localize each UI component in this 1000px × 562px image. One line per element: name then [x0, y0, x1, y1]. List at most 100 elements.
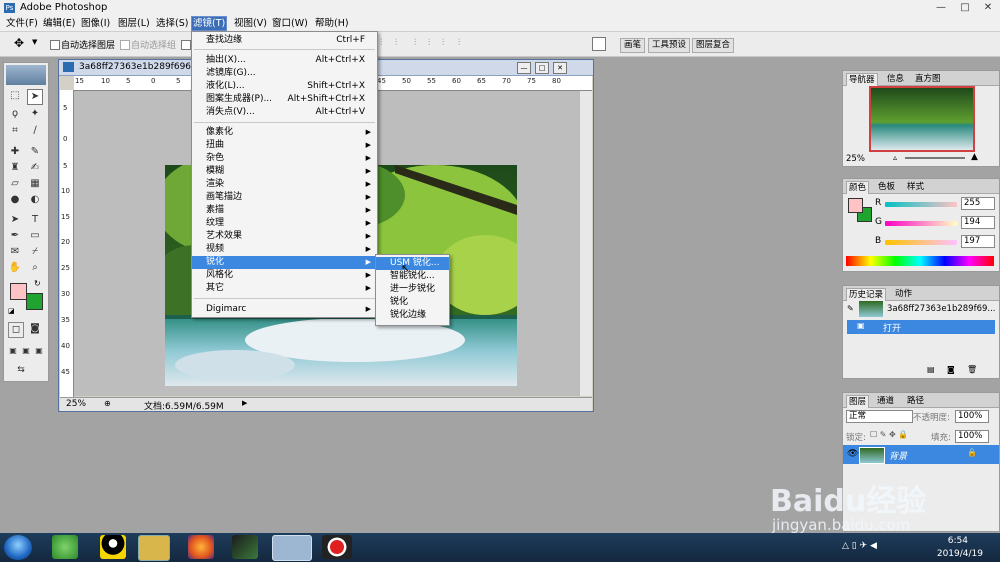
menu-item-brush-strokes[interactable]: 画笔描边 ▶: [192, 191, 377, 204]
history-snapshot-name[interactable]: 3a68ff27363e1b289f69...: [887, 304, 996, 314]
tab-styles[interactable]: 样式: [905, 181, 926, 193]
quick-mask-icon[interactable]: ◙: [28, 322, 42, 336]
media-app-icon[interactable]: [232, 535, 258, 559]
menu-item-last-filter[interactable]: 查找边缘 Ctrl+F: [192, 34, 377, 47]
menu-item-stylize[interactable]: 风格化 ▶: [192, 269, 377, 282]
layer-name[interactable]: 背景: [889, 449, 907, 462]
jump-to-imageready-icon[interactable]: ⇆: [14, 363, 28, 377]
notes-tool-icon[interactable]: ✉: [8, 245, 22, 259]
close-button[interactable]: ✕: [977, 1, 999, 14]
menu-item-filter-gallery[interactable]: 滤镜库(G)...: [192, 67, 377, 80]
status-menu-arrow-icon[interactable]: ▶: [242, 399, 247, 407]
menu-item-texture[interactable]: 纹理 ▶: [192, 217, 377, 230]
brushes-well-tab[interactable]: 画笔: [620, 38, 646, 53]
b-slider[interactable]: [885, 240, 957, 245]
menu-view[interactable]: 视图(V): [233, 17, 268, 30]
zoom-level[interactable]: 25%: [66, 399, 86, 409]
zoom-icon[interactable]: ⊕: [104, 399, 111, 408]
history-step-open[interactable]: ▣ 打开: [847, 320, 995, 334]
distribute-horizontal-icon[interactable]: ⫶: [458, 38, 468, 48]
foreground-color-swatch[interactable]: [10, 283, 27, 300]
menu-item-digimarc[interactable]: Digimarc ▶: [192, 303, 377, 316]
trash-icon[interactable]: 🗑: [967, 365, 977, 374]
brush-tool-icon[interactable]: ✎: [28, 145, 42, 159]
submenu-item-sharpen-more[interactable]: 进一步锐化: [376, 283, 449, 296]
menu-item-liquify[interactable]: 液化(L)... Shift+Ctrl+X: [192, 80, 377, 93]
tool-presets-well-tab[interactable]: 工具预设: [648, 38, 691, 53]
color-panel-fg-swatch[interactable]: [848, 198, 863, 213]
tab-navigator[interactable]: 导航器: [846, 73, 878, 86]
eraser-tool-icon[interactable]: ▱: [8, 177, 22, 191]
maximize-button[interactable]: □: [954, 1, 976, 14]
menu-select[interactable]: 选择(S): [155, 17, 189, 30]
submenu-item-sharpen[interactable]: 锐化: [376, 296, 449, 309]
layer-row-background[interactable]: 👁 背景 🔒: [843, 445, 999, 464]
history-brush-source-icon[interactable]: ✎: [847, 304, 854, 313]
pen-tool-icon[interactable]: ✒: [8, 229, 22, 243]
background-color-swatch[interactable]: [26, 293, 43, 310]
screen-mode-icon[interactable]: ▣: [6, 344, 20, 358]
path-selection-tool-icon[interactable]: ➤: [8, 213, 22, 227]
g-slider[interactable]: [885, 221, 957, 226]
menu-item-noise[interactable]: 杂色 ▶: [192, 152, 377, 165]
tab-history[interactable]: 历史记录: [846, 288, 887, 301]
menu-edit[interactable]: 编辑(E): [42, 17, 76, 30]
submenu-item-usm-sharpen[interactable]: USM 锐化...: [376, 257, 449, 270]
zoom-slider[interactable]: [905, 157, 965, 159]
menu-item-blur[interactable]: 模糊 ▶: [192, 165, 377, 178]
tab-channels[interactable]: 通道: [875, 395, 896, 407]
fill-field[interactable]: 100%: [955, 430, 989, 443]
menu-item-extract[interactable]: 抽出(X)... Alt+Ctrl+X: [192, 54, 377, 67]
clone-stamp-tool-icon[interactable]: ♜: [8, 161, 22, 175]
b-value-field[interactable]: 197: [961, 235, 995, 248]
screen-mode-full-menu-icon[interactable]: ▣: [19, 344, 33, 358]
menu-item-video[interactable]: 视频 ▶: [192, 243, 377, 256]
auto-select-layer-checkbox[interactable]: [50, 40, 60, 50]
menu-item-sketch[interactable]: 素描 ▶: [192, 204, 377, 217]
menu-window[interactable]: 窗口(W): [271, 17, 309, 30]
tab-info[interactable]: 信息: [885, 73, 906, 85]
r-slider[interactable]: [885, 202, 957, 207]
move-tool-button[interactable]: ➤: [27, 89, 43, 105]
file-explorer-icon[interactable]: [138, 535, 170, 561]
menu-item-other[interactable]: 其它 ▶: [192, 282, 377, 295]
history-brush-tool-icon[interactable]: ✍: [28, 161, 42, 175]
taskbar-app-icon[interactable]: [52, 535, 78, 559]
menu-item-vanishing-point[interactable]: 消失点(V)... Alt+Ctrl+V: [192, 106, 377, 119]
lock-icons[interactable]: ☐ ✎ ✥ 🔒: [870, 430, 908, 439]
auto-select-group-checkbox[interactable]: [120, 40, 130, 50]
navigator-zoom-value[interactable]: 25%: [846, 154, 865, 164]
doc-maximize-button[interactable]: □: [535, 62, 549, 74]
type-tool-icon[interactable]: T: [28, 213, 42, 227]
marquee-tool-icon[interactable]: ⬚: [8, 89, 22, 103]
tab-color[interactable]: 颜色: [846, 181, 870, 194]
zoom-out-icon[interactable]: ▵: [893, 153, 897, 162]
menu-item-distort[interactable]: 扭曲 ▶: [192, 139, 377, 152]
swap-colors-icon[interactable]: ↻: [34, 279, 41, 288]
distribute-mid-icon[interactable]: ⫶: [428, 38, 438, 48]
standard-mode-icon[interactable]: ◻: [8, 322, 24, 338]
r-value-field[interactable]: 255: [961, 197, 995, 210]
move-tool-icon[interactable]: ✥: [14, 36, 24, 50]
color-ramp[interactable]: [846, 256, 994, 266]
gradient-tool-icon[interactable]: ▦: [28, 177, 42, 191]
menu-layer[interactable]: 图层(L): [117, 17, 151, 30]
healing-brush-tool-icon[interactable]: ✚: [8, 145, 22, 159]
crop-tool-icon[interactable]: ⌗: [8, 124, 22, 138]
menu-file[interactable]: 文件(F): [5, 17, 39, 30]
menu-item-render[interactable]: 渲染 ▶: [192, 178, 377, 191]
menu-filter[interactable]: 滤镜(T): [190, 16, 228, 31]
eye-visibility-icon[interactable]: 👁: [847, 449, 858, 459]
tab-actions[interactable]: 动作: [893, 288, 914, 300]
hand-tool-icon[interactable]: ✋: [8, 261, 22, 275]
magic-wand-tool-icon[interactable]: ✦: [28, 107, 42, 121]
menu-help[interactable]: 帮助(H): [314, 17, 350, 30]
distribute-bottom-icon[interactable]: ⫶: [442, 38, 452, 48]
zoom-in-icon[interactable]: ▲: [971, 152, 978, 162]
doc-close-button[interactable]: ✕: [553, 62, 567, 74]
tab-layers[interactable]: 图层: [846, 395, 870, 408]
show-transform-checkbox[interactable]: [181, 40, 191, 50]
qq-icon[interactable]: [100, 535, 126, 559]
menu-item-pixelate[interactable]: 像素化 ▶: [192, 126, 377, 139]
default-colors-icon[interactable]: ◪: [8, 307, 15, 315]
